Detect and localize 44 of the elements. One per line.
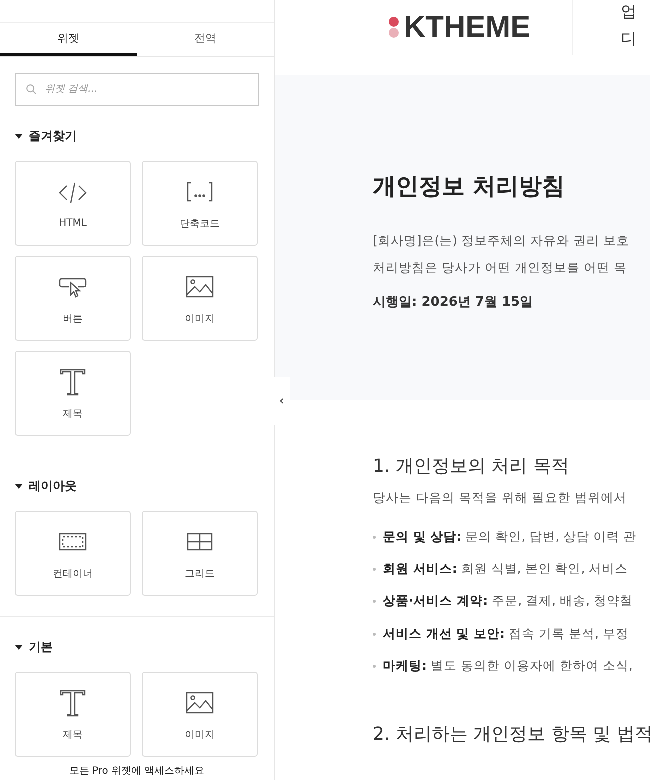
promo-text: 모든 Pro 위젯에 액세스하세요 xyxy=(0,764,274,778)
section-text: 당사는 다음의 목적을 위해 필요한 범위에서 xyxy=(373,490,628,507)
bullet-icon xyxy=(373,632,376,636)
bullet-icon xyxy=(373,536,376,539)
header-text: 디 xyxy=(621,29,637,50)
logo-icon xyxy=(388,16,400,40)
bullet-icon xyxy=(373,664,376,668)
letter-t-icon xyxy=(58,366,88,396)
widget-card[interactable]: 이미지 xyxy=(142,256,258,341)
intro-text: 처리방침은 당사가 어떤 개인정보를 어떤 목 xyxy=(373,259,628,277)
collapse-handle[interactable]: ‹ xyxy=(274,377,290,425)
section-heading: 2. 처리하는 개인정보 항목 및 법적 xyxy=(373,723,650,746)
list-item-text: 서비스 개선 및 보안: 접속 기록 분석, 부정 xyxy=(383,626,629,643)
section-heading: 1. 개인정보의 처리 목적 xyxy=(373,455,570,478)
intro-text: [회사명]은(는) 정보주체의 자유와 권리 보호 xyxy=(373,232,630,250)
category-header[interactable]: 즐겨찾기 xyxy=(15,124,259,149)
category-header[interactable]: 레이아웃 xyxy=(15,474,259,499)
widget-card[interactable]: 컨테이너 xyxy=(15,511,131,596)
widget-card[interactable]: 버튼 xyxy=(15,256,131,341)
widget-card[interactable]: 제목 xyxy=(15,672,131,757)
list-item-text: 문의 및 상담: 문의 확인, 답변, 상담 이력 관 xyxy=(383,528,636,546)
page-title: 개인정보 처리방침 xyxy=(373,173,566,202)
list-item-text: 마케팅: 별도 동의한 이용자에 한하여 소식, xyxy=(383,658,633,675)
widget-card[interactable]: 제목 xyxy=(15,351,131,436)
caret-icon xyxy=(15,484,23,489)
widget-card[interactable]: 단축코드 xyxy=(142,161,258,246)
effective-date: 시행일: 2026년 7월 15일 xyxy=(373,294,534,311)
widget-card[interactable]: 이미지 xyxy=(142,672,258,757)
widget-card[interactable]: 그리드 xyxy=(142,511,258,596)
widget-card[interactable]: HTML xyxy=(15,161,131,246)
search-field[interactable]: 위젯 검색... xyxy=(15,73,259,106)
caret-icon xyxy=(15,645,23,650)
bullet-icon xyxy=(373,568,376,571)
bullet-icon xyxy=(373,600,376,604)
tab[interactable]: 전역 xyxy=(137,23,274,56)
list-item-text: 회원 서비스: 회원 식별, 본인 확인, 서비스 xyxy=(383,560,628,578)
list-item-text: 상품·서비스 계약: 주문, 결제, 배송, 청약철 xyxy=(383,593,633,610)
caret-icon xyxy=(15,134,23,139)
logo-text: KTHEME xyxy=(404,10,531,44)
category-header[interactable]: 기본 xyxy=(15,635,259,660)
tab[interactable]: 위젯 xyxy=(0,23,137,56)
search-icon xyxy=(26,84,37,95)
letter-t-icon xyxy=(58,688,88,718)
header-text: 업 xyxy=(621,2,637,23)
